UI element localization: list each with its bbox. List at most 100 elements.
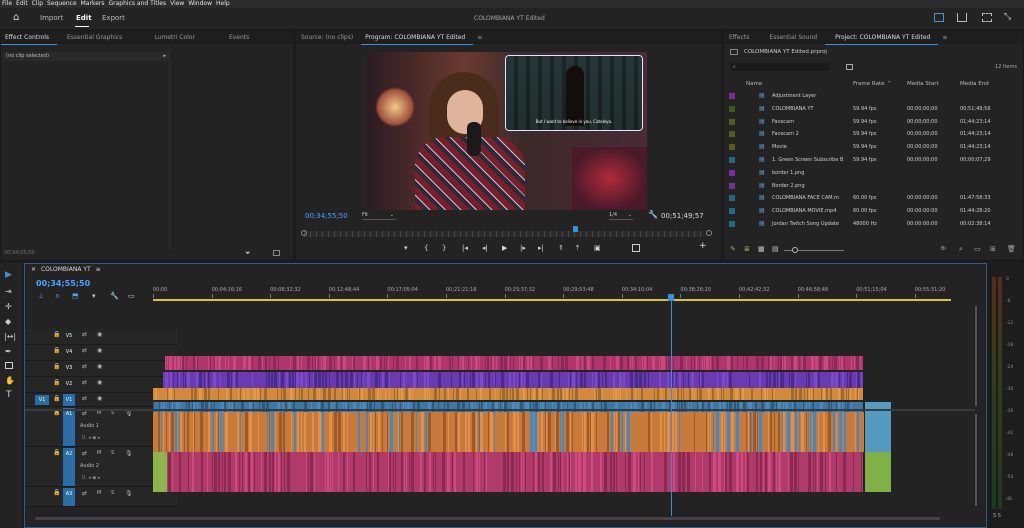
- clip[interactable]: [230, 412, 231, 452]
- clip[interactable]: [589, 388, 590, 400]
- clip[interactable]: [190, 412, 191, 452]
- clip[interactable]: [262, 356, 263, 370]
- clip[interactable]: [502, 412, 503, 452]
- clip[interactable]: [660, 452, 662, 492]
- clip[interactable]: [199, 388, 202, 400]
- clip[interactable]: [768, 412, 769, 452]
- lock-icon[interactable]: 🔒: [53, 331, 60, 338]
- clip[interactable]: [334, 412, 337, 452]
- clip[interactable]: [794, 452, 797, 492]
- clip[interactable]: [853, 388, 854, 400]
- eye-icon[interactable]: ◉: [97, 363, 102, 370]
- clip[interactable]: [862, 356, 863, 370]
- expand-icon[interactable]: ▸: [163, 52, 166, 61]
- clip[interactable]: [645, 388, 646, 400]
- zoom-slider-knob[interactable]: [792, 247, 798, 253]
- track-target[interactable]: V3: [63, 362, 75, 376]
- clip[interactable]: [799, 388, 802, 400]
- clip[interactable]: [799, 412, 800, 452]
- project-item[interactable]: ▤ Adjustment Layer: [724, 90, 1024, 103]
- clip[interactable]: [787, 412, 790, 452]
- clip[interactable]: [708, 412, 709, 452]
- clip[interactable]: [394, 372, 397, 388]
- clip[interactable]: [768, 452, 771, 492]
- clip[interactable]: [712, 372, 715, 388]
- clip[interactable]: [641, 388, 643, 400]
- clip[interactable]: [587, 356, 590, 370]
- clip[interactable]: [841, 388, 844, 400]
- clip[interactable]: [686, 372, 687, 388]
- clip[interactable]: [458, 356, 459, 370]
- clip[interactable]: [798, 452, 799, 492]
- clip[interactable]: [447, 452, 450, 492]
- eye-icon[interactable]: ◉: [97, 395, 102, 402]
- clip[interactable]: [731, 356, 733, 370]
- clip[interactable]: [349, 388, 350, 400]
- clip[interactable]: [712, 388, 714, 400]
- clip[interactable]: [694, 356, 695, 370]
- clip[interactable]: [610, 356, 611, 370]
- clip[interactable]: [359, 452, 361, 492]
- clip[interactable]: [243, 356, 246, 370]
- clip[interactable]: [163, 372, 164, 388]
- clip[interactable]: [637, 388, 639, 400]
- clip[interactable]: [388, 356, 389, 370]
- clip[interactable]: [510, 356, 511, 370]
- clip[interactable]: [502, 372, 504, 388]
- clip[interactable]: [680, 356, 683, 370]
- clip[interactable]: [538, 412, 539, 452]
- clip[interactable]: [676, 372, 677, 388]
- clip[interactable]: [177, 372, 178, 388]
- clip[interactable]: [815, 452, 816, 492]
- clip[interactable]: [751, 372, 754, 388]
- clip[interactable]: [465, 356, 466, 370]
- clip[interactable]: [389, 372, 390, 388]
- col-frame-rate[interactable]: Frame Rate: [853, 80, 885, 89]
- clip[interactable]: [831, 372, 834, 388]
- clip[interactable]: [800, 452, 802, 492]
- clip[interactable]: [517, 412, 519, 452]
- mark-out-icon[interactable]: }: [442, 244, 446, 252]
- clip[interactable]: [361, 356, 362, 370]
- clip[interactable]: [513, 412, 516, 452]
- clip[interactable]: [274, 372, 277, 388]
- clip[interactable]: [759, 388, 760, 400]
- clip[interactable]: [517, 372, 518, 388]
- clip[interactable]: [283, 388, 286, 400]
- clip[interactable]: [425, 412, 427, 452]
- clip[interactable]: [596, 412, 597, 452]
- clip[interactable]: [239, 452, 240, 492]
- eye-icon[interactable]: ◉: [97, 331, 102, 338]
- clip[interactable]: [531, 452, 532, 492]
- clip[interactable]: [467, 452, 469, 492]
- clip[interactable]: [566, 388, 568, 400]
- clip[interactable]: [262, 372, 263, 388]
- clip[interactable]: [228, 356, 229, 370]
- fit-dropdown[interactable]: Fit ⌄: [362, 211, 396, 220]
- clip[interactable]: [353, 356, 355, 370]
- eye-icon[interactable]: ◉: [97, 379, 102, 386]
- clip[interactable]: [439, 388, 440, 400]
- clip[interactable]: [773, 452, 775, 492]
- clip[interactable]: [491, 372, 492, 388]
- clip[interactable]: [213, 388, 216, 400]
- clip[interactable]: [286, 372, 288, 388]
- clip[interactable]: [357, 452, 358, 492]
- clip[interactable]: [619, 372, 622, 388]
- clip[interactable]: [254, 356, 257, 370]
- menu-item-file[interactable]: File: [0, 0, 14, 8]
- clip[interactable]: [409, 452, 410, 492]
- clip[interactable]: [717, 388, 719, 400]
- clip[interactable]: [787, 356, 789, 370]
- clip[interactable]: [489, 388, 491, 400]
- nest-icon[interactable]: ⊥: [38, 292, 44, 300]
- clip[interactable]: [766, 452, 767, 492]
- clip[interactable]: [748, 452, 749, 492]
- col-media-start[interactable]: Media Start: [907, 80, 939, 89]
- clip[interactable]: [608, 356, 609, 370]
- clip[interactable]: [256, 452, 259, 492]
- clip[interactable]: [414, 356, 415, 370]
- clip[interactable]: [208, 412, 210, 452]
- clip[interactable]: [836, 412, 837, 452]
- linked-selection-icon[interactable]: ⬒: [72, 292, 79, 300]
